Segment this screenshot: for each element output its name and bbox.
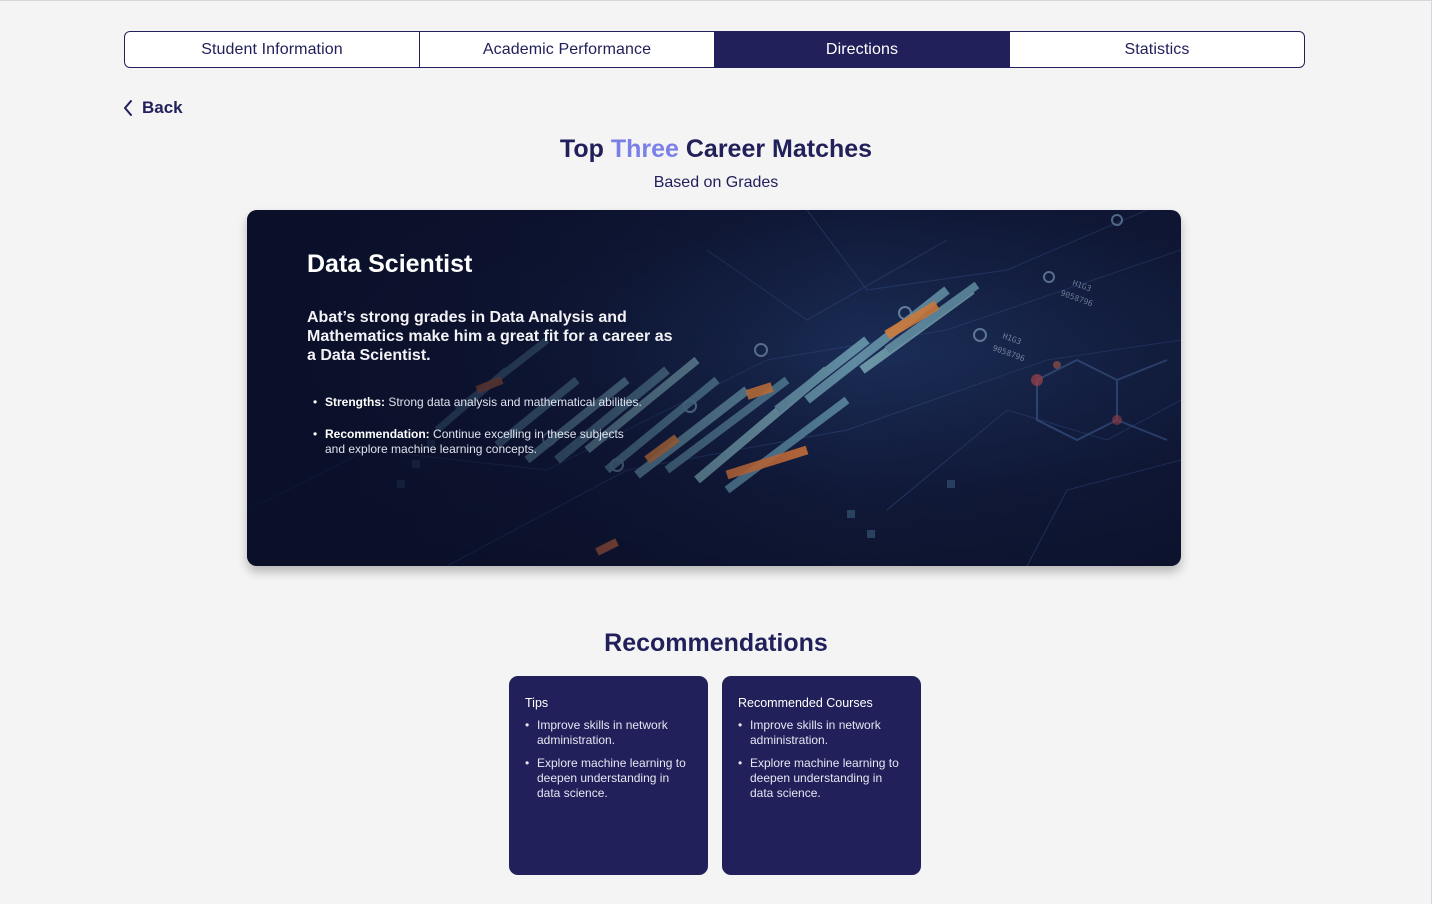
page-title: Top Three Career Matches: [0, 135, 1432, 164]
point-label: Recommendation:: [325, 426, 430, 441]
card-heading: Recommended Courses: [738, 696, 873, 710]
page-subtitle: Based on Grades: [653, 174, 779, 191]
back-button[interactable]: Back: [122, 98, 183, 118]
list-item: Improve skills in network administration…: [738, 718, 907, 748]
tab-directions[interactable]: Directions: [715, 32, 1010, 67]
title-accent: Three: [610, 135, 679, 163]
tab-statistics[interactable]: Statistics: [1010, 32, 1304, 67]
tips-list: Improve skills in network administration…: [525, 718, 694, 801]
title-post: Career Matches: [678, 135, 873, 163]
career-match-card[interactable]: H1G3 9058796 H1G3 9058796 Data Scientist…: [247, 210, 1181, 566]
career-card-content: Data Scientist Abat’s strong grades in D…: [307, 250, 677, 474]
tab-student-information[interactable]: Student Information: [125, 32, 420, 67]
list-item: Recommendation: Continue excelling in th…: [313, 426, 645, 458]
chevron-left-icon: [122, 99, 134, 117]
list-item: Explore machine learning to deepen under…: [525, 756, 694, 801]
card-heading: Tips: [525, 696, 549, 710]
tab-academic-performance[interactable]: Academic Performance: [420, 32, 715, 67]
career-description: Abat’s strong grades in Data Analysis an…: [307, 309, 673, 364]
back-label: Back: [142, 98, 183, 117]
courses-list: Improve skills in network administration…: [738, 718, 907, 801]
career-title: Data Scientist: [307, 250, 473, 278]
tips-card: Tips Improve skills in network administr…: [509, 676, 708, 875]
list-item: Explore machine learning to deepen under…: [738, 756, 907, 801]
list-item: Strengths: Strong data analysis and math…: [313, 395, 645, 411]
title-pre: Top: [559, 135, 611, 163]
career-points-list: Strengths: Strong data analysis and math…: [307, 395, 677, 458]
list-item: Improve skills in network administration…: [525, 718, 694, 748]
tab-bar: Student Information Academic Performance…: [124, 31, 1305, 68]
recommended-courses-card: Recommended Courses Improve skills in ne…: [722, 676, 921, 875]
recommendations-title: Recommendations: [604, 629, 828, 657]
point-text: Strong data analysis and mathematical ab…: [385, 395, 642, 409]
point-label: Strengths:: [325, 395, 385, 409]
